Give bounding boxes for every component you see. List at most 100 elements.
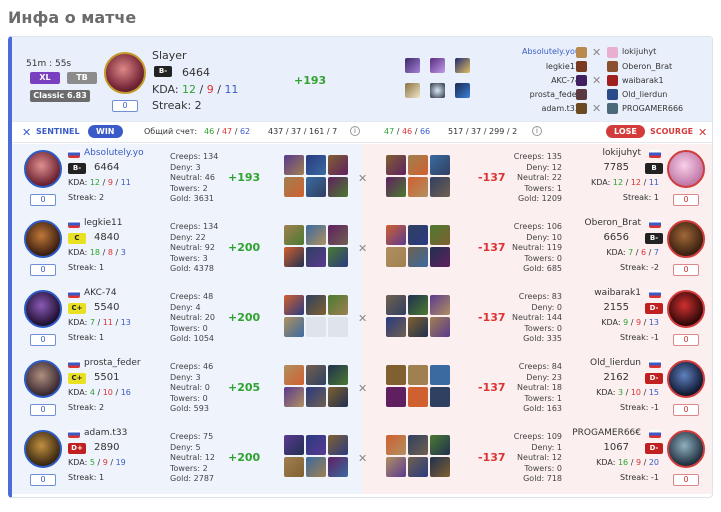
stats-list: Creeps: 109 Deny: 1 Neutral: 12 Towers: 0 Go… xyxy=(512,432,562,485)
hero-icon xyxy=(607,89,618,100)
roster-player[interactable]: prosta_feder xyxy=(530,90,580,99)
flag-icon xyxy=(68,430,80,438)
stat-line: Creeps: 134 xyxy=(170,152,219,161)
rank-badge: C+ xyxy=(68,373,86,384)
player-rating: 6464 xyxy=(182,66,210,79)
item-grid xyxy=(386,225,450,267)
hero-badge: 0 xyxy=(30,474,56,486)
sentinel-label: SENTINEL xyxy=(36,127,80,136)
stat-line: Towers: 0 xyxy=(524,463,562,473)
hero-portrait xyxy=(667,220,705,258)
rank-badge: D- xyxy=(645,303,663,314)
kda-line: KDA: 3 / 10 / 15 xyxy=(596,388,659,397)
item-grid xyxy=(284,365,348,407)
item-icon xyxy=(386,247,406,267)
item-icon xyxy=(284,365,304,385)
roster-player[interactable]: Old_lierdun xyxy=(622,90,667,99)
stat-line: Gold: 1209 xyxy=(518,194,562,203)
scourge-label: SCOURGE xyxy=(650,127,694,136)
streak-line: Streak: 2 xyxy=(68,193,105,202)
hero-badge: 0 xyxy=(673,194,699,206)
item-grid xyxy=(386,435,450,477)
item-grid xyxy=(284,155,348,197)
hero-icon xyxy=(607,103,618,114)
player-name[interactable]: AKC-74 xyxy=(84,288,117,298)
deaths: 9 xyxy=(635,458,642,467)
assists: 11 xyxy=(120,178,131,187)
player-name[interactable]: waibarak1 xyxy=(594,288,641,298)
info-icon[interactable]: i xyxy=(532,126,542,136)
player-name[interactable]: prosta_feder xyxy=(84,358,141,368)
rating-delta: +200 xyxy=(228,311,261,324)
sword-icon: ✕ xyxy=(22,126,32,139)
item-icon xyxy=(430,247,450,267)
assists: 16 xyxy=(120,388,131,397)
item-icon xyxy=(408,435,428,455)
item-icon xyxy=(386,365,406,385)
player-name[interactable]: Oberon_Brat xyxy=(585,218,641,228)
match-summary: 51m : 55s XL TB Classic 6.83 0 Slayer B-… xyxy=(12,37,712,121)
hero-badge: 0 xyxy=(673,474,699,486)
hero-badge: 0 xyxy=(30,194,56,206)
roster-player[interactable]: lokijuhyt xyxy=(622,47,656,56)
stat-line: Creeps: 135 xyxy=(513,152,562,161)
assists: 13 xyxy=(120,318,131,327)
player-name[interactable]: Absolutely.yo xyxy=(84,148,144,158)
streak-line: Streak: -1 xyxy=(620,473,659,482)
kills: 18 xyxy=(89,248,101,257)
player-rating: 5501 xyxy=(94,372,120,383)
rating-delta: -137 xyxy=(478,381,506,394)
lose-badge: LOSE xyxy=(606,125,645,138)
total-score-label: Общий счет: xyxy=(144,127,198,136)
item-icon xyxy=(306,247,326,267)
rank-badge: D- xyxy=(645,443,663,454)
hero-badge: 0 xyxy=(30,334,56,346)
roster-player[interactable]: waibarak1 xyxy=(622,76,664,85)
stat-line: Creeps: 46 xyxy=(170,362,214,371)
stats-list: Creeps: 134 Deny: 22 Neutral: 92 Towers: 3G… xyxy=(170,222,218,275)
item-icon xyxy=(328,457,348,477)
hero-icon xyxy=(576,103,587,114)
hero-icon xyxy=(576,89,587,100)
hero-portrait xyxy=(24,150,62,188)
item-icon xyxy=(284,295,304,315)
item-icon xyxy=(408,155,428,175)
sentinel-total-kda: 46 / 47 / 62 xyxy=(204,127,251,136)
roster-player[interactable]: PROGAMER666 xyxy=(622,104,683,113)
stat-line: Deny: 12 xyxy=(526,162,562,172)
roster-player[interactable]: adam.t33 xyxy=(541,104,580,113)
item-icon xyxy=(284,225,304,245)
player-name[interactable]: Slayer xyxy=(152,49,187,62)
roster-player[interactable]: Oberon_Brat xyxy=(622,62,672,71)
kills: 7 xyxy=(628,248,634,257)
rank-badge: D- xyxy=(645,373,663,384)
stat-line: Creeps: 75 xyxy=(170,432,214,441)
hero-portrait xyxy=(667,150,705,188)
player-name[interactable]: lokijuhyt xyxy=(603,148,641,158)
stat-line: Towers: 2 xyxy=(170,183,208,193)
kda-line: KDA: 12 / 9 / 11 xyxy=(152,83,239,96)
hero-badge: 0 xyxy=(30,404,56,416)
deaths: 9 xyxy=(102,458,108,467)
player-name[interactable]: Old_lierdun xyxy=(590,358,641,368)
stat-line: Neutral: 12 xyxy=(170,453,215,462)
player-name[interactable]: adam.t33 xyxy=(84,428,127,438)
player-name[interactable]: PROGAMER66€ xyxy=(572,428,641,438)
item-grid xyxy=(284,295,348,337)
flag-icon xyxy=(649,150,661,158)
item-icon xyxy=(328,247,348,267)
roster-player[interactable]: Absolutely.you xyxy=(522,47,580,56)
deaths: 10 xyxy=(102,388,113,397)
kills: 9 xyxy=(623,318,629,327)
item-icon xyxy=(306,365,326,385)
rating-delta: -137 xyxy=(478,171,506,184)
item-icon xyxy=(430,295,450,315)
roster-player[interactable]: legkie11 xyxy=(546,62,580,71)
player-rating: 2162 xyxy=(603,372,629,383)
player-name[interactable]: legkie11 xyxy=(84,218,122,228)
versus-icon: ✕ xyxy=(592,102,602,115)
hero-portrait xyxy=(24,430,62,468)
info-icon[interactable]: i xyxy=(350,126,360,136)
player-rating: 6656 xyxy=(603,232,629,243)
stat-line: Neutral: 46 xyxy=(170,173,215,182)
